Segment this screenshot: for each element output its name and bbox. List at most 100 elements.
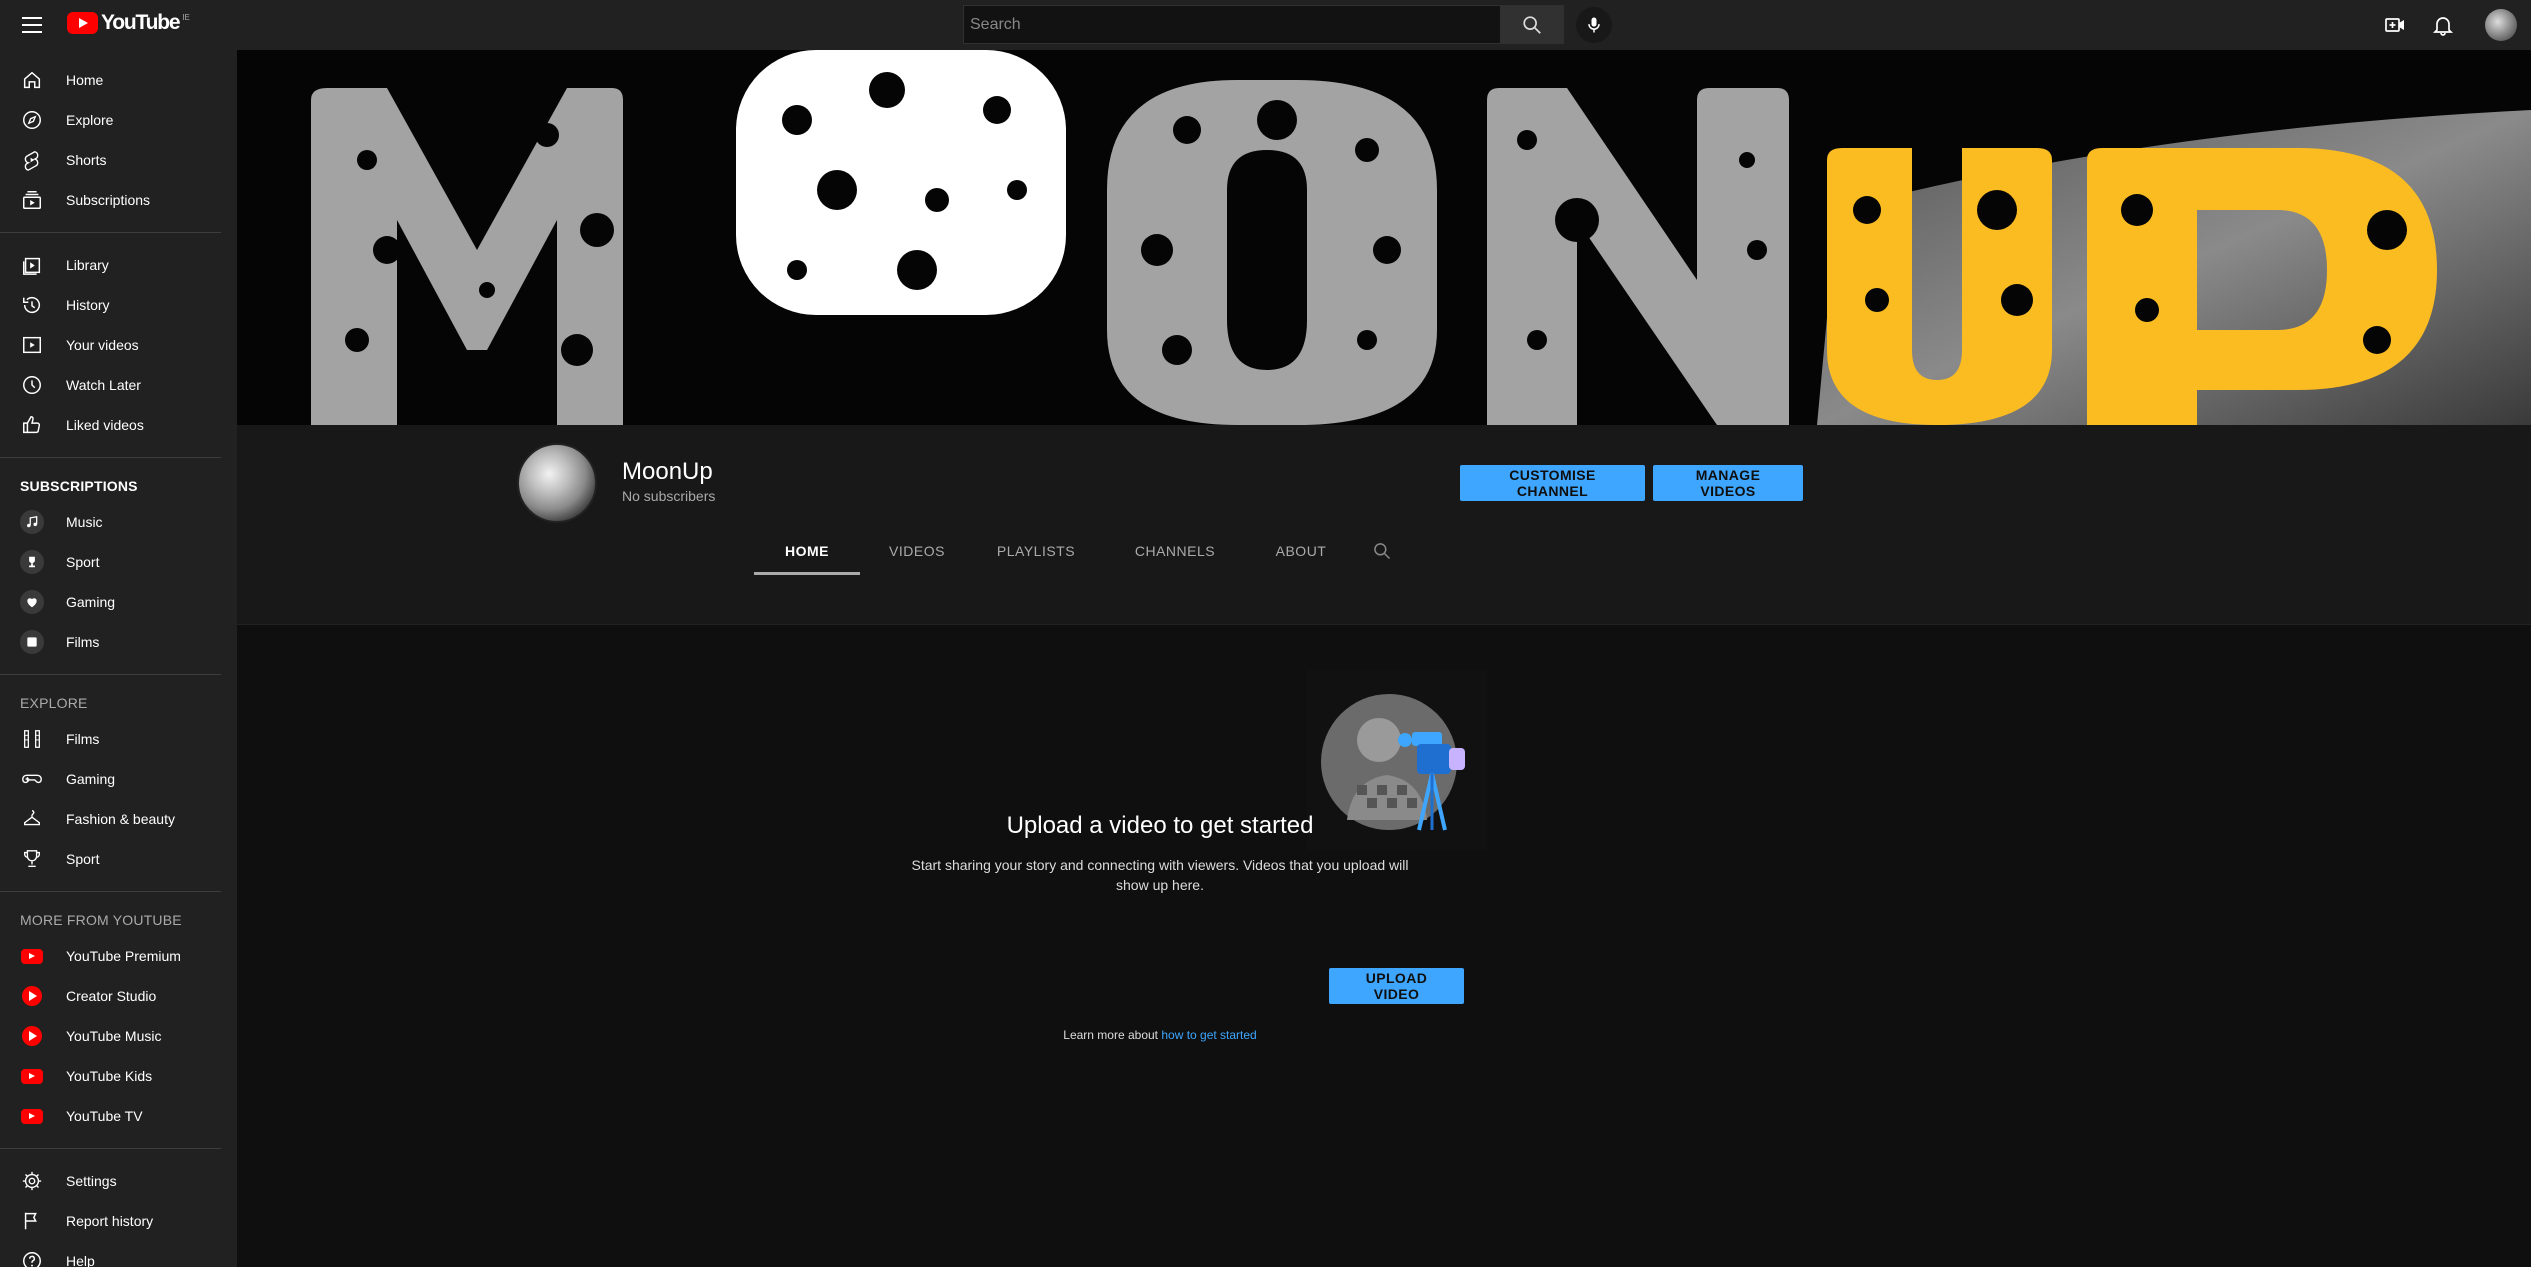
sidebar-item-label: YouTube Music bbox=[66, 1028, 162, 1044]
tab-home[interactable]: HOME bbox=[754, 527, 860, 575]
sidebar-item-youtube-music[interactable]: YouTube Music bbox=[0, 1016, 237, 1056]
sidebar-item-label: YouTube Premium bbox=[66, 948, 181, 964]
sidebar: Home Explore Shorts Subscriptions Librar… bbox=[0, 50, 237, 1267]
tab-channels[interactable]: CHANNELS bbox=[1098, 527, 1252, 575]
youtube-play-icon bbox=[67, 12, 98, 34]
sidebar-item-explore-sport[interactable]: Sport bbox=[0, 839, 237, 879]
notifications-button[interactable] bbox=[2423, 5, 2463, 45]
sidebar-divider bbox=[0, 1148, 221, 1149]
sidebar-item-films[interactable]: Films bbox=[0, 622, 237, 662]
channel-name: MoonUp bbox=[622, 458, 713, 485]
sidebar-item-label: Sport bbox=[66, 554, 100, 570]
manage-videos-button[interactable]: MANAGE VIDEOS bbox=[1653, 465, 1803, 501]
sidebar-item-explore-gaming[interactable]: Gaming bbox=[0, 759, 237, 799]
sidebar-item-report-history[interactable]: Report history bbox=[0, 1201, 237, 1241]
sidebar-divider bbox=[0, 232, 221, 233]
music-note-icon bbox=[20, 510, 44, 534]
sidebar-item-label: Films bbox=[66, 634, 100, 650]
film-icon bbox=[20, 630, 44, 654]
sidebar-item-subscriptions[interactable]: Subscriptions bbox=[0, 180, 237, 220]
sidebar-item-watch-later[interactable]: Watch Later bbox=[0, 365, 237, 405]
sidebar-divider bbox=[0, 891, 221, 892]
sidebar-item-label: Gaming bbox=[66, 594, 116, 610]
sidebar-item-label: Films bbox=[66, 731, 100, 747]
search-bar bbox=[963, 5, 1612, 44]
thumbs-up-icon bbox=[20, 413, 44, 437]
sidebar-item-sport[interactable]: Sport bbox=[0, 542, 237, 582]
banner-artwork bbox=[237, 50, 2531, 425]
help-icon bbox=[20, 1249, 44, 1267]
sidebar-item-label: Subscriptions bbox=[66, 192, 151, 208]
sidebar-item-label: History bbox=[66, 297, 110, 313]
sidebar-item-label: Gaming bbox=[66, 771, 116, 787]
sidebar-item-label: Your videos bbox=[66, 337, 139, 353]
sidebar-item-help[interactable]: Help bbox=[0, 1241, 237, 1267]
search-input[interactable] bbox=[963, 5, 1501, 44]
sidebar-item-label: Music bbox=[66, 514, 103, 530]
your-videos-icon bbox=[20, 333, 44, 357]
sidebar-item-liked-videos[interactable]: Liked videos bbox=[0, 405, 237, 445]
tab-videos[interactable]: VIDEOS bbox=[860, 527, 974, 575]
sidebar-item-label: Fashion & beauty bbox=[66, 811, 175, 827]
sidebar-item-shorts[interactable]: Shorts bbox=[0, 140, 237, 180]
logo-text: YouTube bbox=[101, 11, 181, 34]
top-right-actions bbox=[2375, 0, 2531, 50]
learn-more-text: Learn more about how to get started bbox=[860, 1028, 1460, 1042]
gaming-icon bbox=[20, 590, 44, 614]
library-icon bbox=[20, 253, 44, 277]
channel-avatar[interactable] bbox=[517, 443, 597, 523]
empty-state-description: Start sharing your story and connecting … bbox=[911, 857, 1409, 893]
microphone-icon bbox=[1588, 17, 1600, 32]
sidebar-item-home[interactable]: Home bbox=[0, 60, 237, 100]
sidebar-item-explore-fashion[interactable]: Fashion & beauty bbox=[0, 799, 237, 839]
main-content bbox=[237, 50, 2531, 1267]
search-icon bbox=[1374, 543, 1391, 560]
sidebar-item-label: Home bbox=[66, 72, 104, 88]
trophy-icon bbox=[20, 550, 44, 574]
video-camera-plus-icon bbox=[2385, 18, 2404, 32]
sidebar-item-settings[interactable]: Settings bbox=[0, 1161, 237, 1201]
explore-heading: EXPLORE bbox=[20, 695, 88, 711]
country-code: IE bbox=[182, 12, 190, 22]
clock-icon bbox=[20, 373, 44, 397]
sidebar-item-music[interactable]: Music bbox=[0, 502, 237, 542]
flag-icon bbox=[20, 1209, 44, 1233]
youtube-premium-icon bbox=[21, 948, 43, 964]
sidebar-item-label: Help bbox=[66, 1253, 95, 1267]
bell-icon bbox=[2432, 17, 2454, 36]
customise-channel-button[interactable]: CUSTOMISE CHANNEL bbox=[1460, 465, 1645, 501]
how-to-get-started-link[interactable]: how to get started bbox=[1161, 1028, 1256, 1042]
tab-about[interactable]: ABOUT bbox=[1252, 527, 1350, 575]
learn-more-prefix: Learn more about bbox=[1063, 1028, 1158, 1042]
sidebar-item-youtube-premium[interactable]: YouTube Premium bbox=[0, 936, 237, 976]
sidebar-item-gaming[interactable]: Gaming bbox=[0, 582, 237, 622]
sidebar-item-creator-studio[interactable]: Creator Studio bbox=[0, 976, 237, 1016]
sidebar-item-label: Shorts bbox=[66, 152, 107, 168]
sidebar-item-label: Report history bbox=[66, 1213, 154, 1229]
voice-search-button[interactable] bbox=[1576, 6, 1612, 43]
sidebar-item-label: Watch Later bbox=[66, 377, 141, 393]
sidebar-item-history[interactable]: History bbox=[0, 285, 237, 325]
sidebar-item-youtube-tv[interactable]: YouTube TV bbox=[0, 1096, 237, 1136]
gamepad-icon bbox=[20, 767, 44, 791]
sidebar-item-explore-films[interactable]: Films bbox=[0, 719, 237, 759]
upload-video-button[interactable]: UPLOAD VIDEO bbox=[1329, 968, 1464, 1004]
sidebar-item-label: Sport bbox=[66, 851, 100, 867]
create-video-button[interactable] bbox=[2375, 5, 2415, 45]
sidebar-item-your-videos[interactable]: Your videos bbox=[0, 325, 237, 365]
sidebar-item-library[interactable]: Library bbox=[0, 245, 237, 285]
history-icon bbox=[20, 293, 44, 317]
channel-search-button[interactable] bbox=[1362, 527, 1402, 575]
hamburger-menu-icon[interactable] bbox=[18, 12, 46, 38]
sidebar-item-explore[interactable]: Explore bbox=[0, 100, 237, 140]
youtube-logo[interactable]: YouTube IE bbox=[67, 11, 190, 35]
film-strip-icon bbox=[20, 727, 44, 751]
sidebar-item-youtube-kids[interactable]: YouTube Kids bbox=[0, 1056, 237, 1096]
compass-icon bbox=[20, 108, 44, 132]
sidebar-item-label: Settings bbox=[66, 1173, 117, 1189]
search-button[interactable] bbox=[1501, 5, 1564, 44]
account-avatar[interactable] bbox=[2485, 9, 2517, 41]
search-icon bbox=[1523, 15, 1541, 34]
youtube-kids-icon bbox=[21, 1068, 43, 1084]
tab-playlists[interactable]: PLAYLISTS bbox=[974, 527, 1098, 575]
